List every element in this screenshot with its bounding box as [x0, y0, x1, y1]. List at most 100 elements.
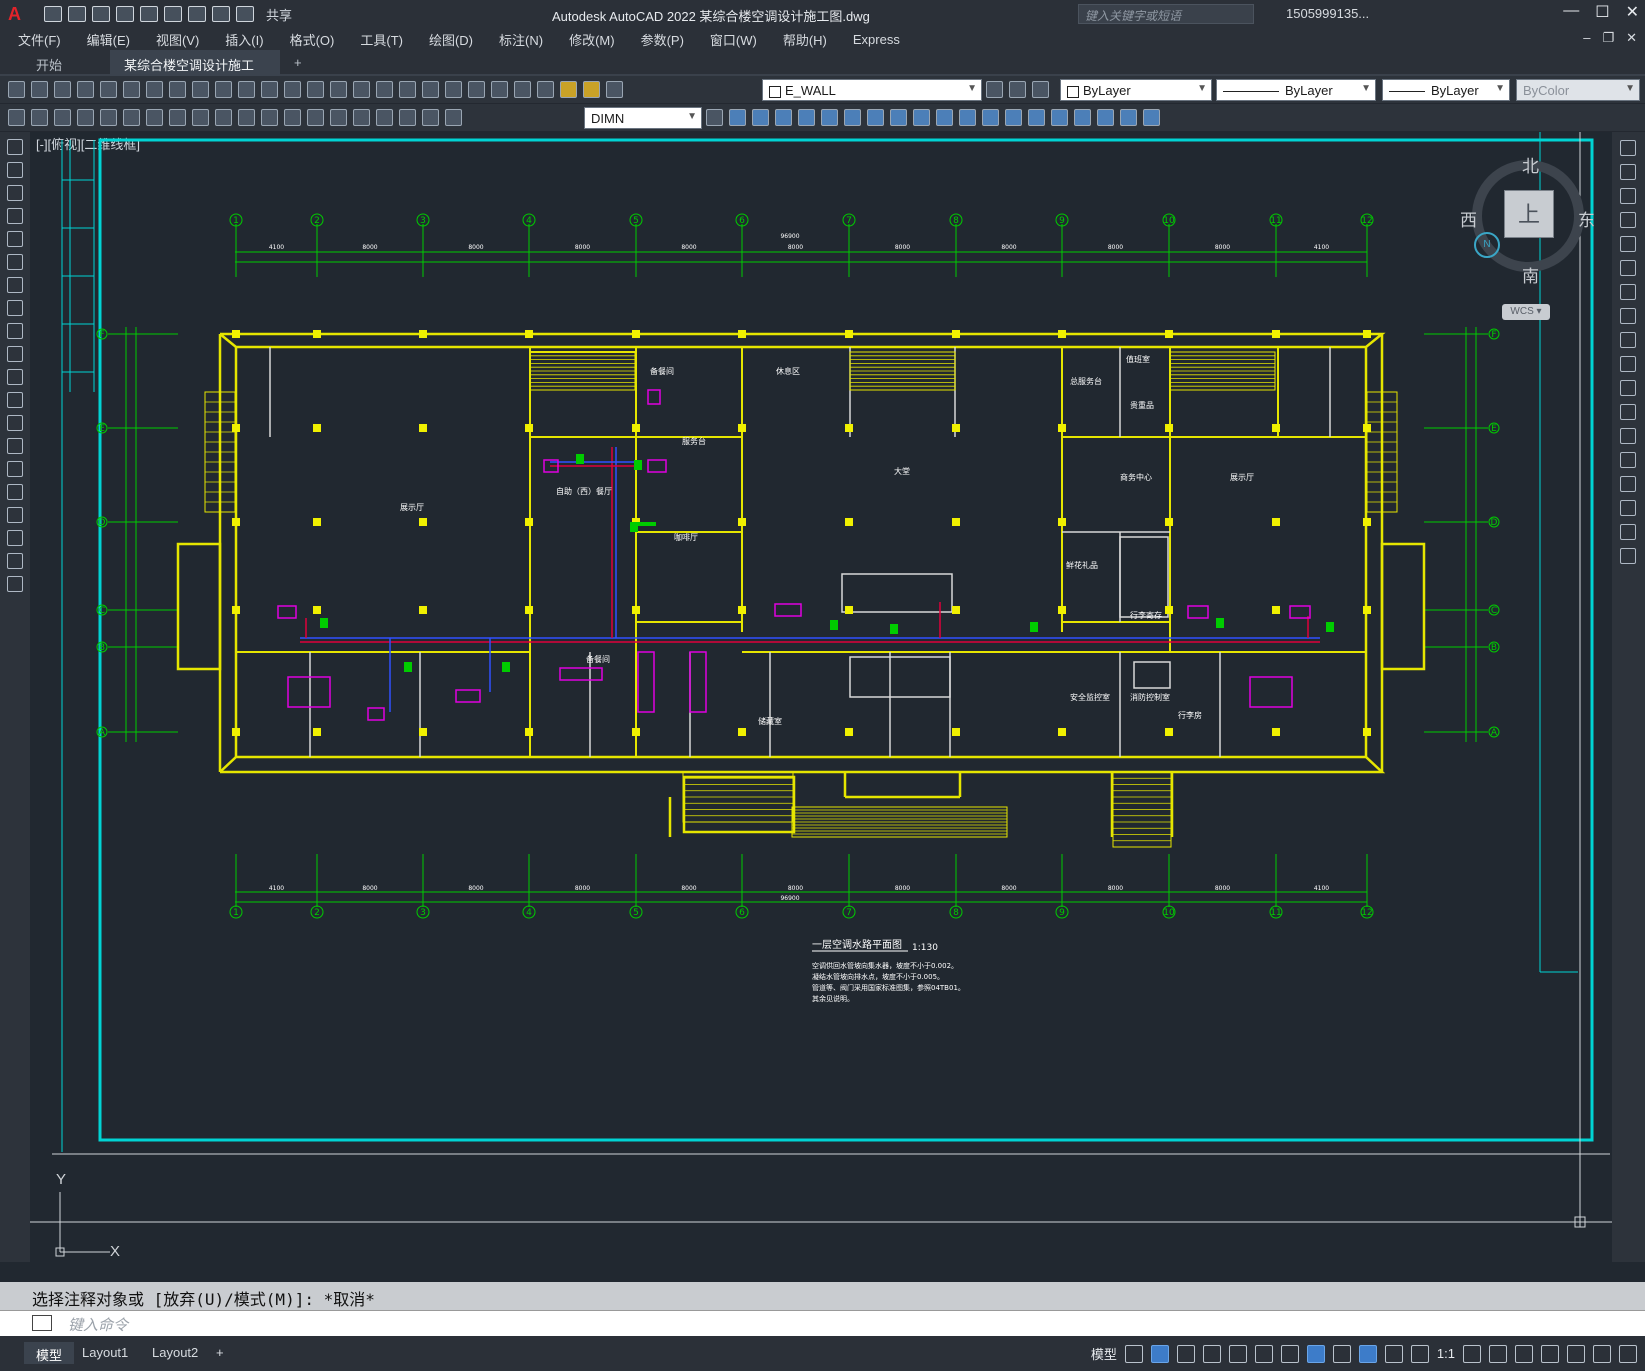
- mirror-palette-icon[interactable]: [1620, 188, 1636, 204]
- polyline-icon[interactable]: [7, 185, 23, 201]
- zoom-window-icon[interactable]: [330, 81, 347, 98]
- tool-palettes-icon[interactable]: [422, 81, 439, 98]
- menu-express[interactable]: Express: [853, 32, 900, 47]
- zoom-previous-icon[interactable]: [353, 81, 370, 98]
- trim-palette-icon[interactable]: [1620, 356, 1636, 372]
- markup-icon[interactable]: [468, 81, 485, 98]
- tab-drawing[interactable]: 某综合楼空调设计施工图* ✕: [110, 50, 280, 92]
- drawing-canvas[interactable]: [-][俯视][二维线框] Y X 展示厅 自助（西）餐厅 咖啡厅 服务台 备餐…: [30, 132, 1612, 1282]
- open-file-icon[interactable]: [68, 6, 86, 22]
- copy-object-icon[interactable]: [752, 109, 769, 126]
- break-palette-icon[interactable]: [1620, 428, 1636, 444]
- dim-ordinate-icon[interactable]: [77, 109, 94, 126]
- designcenter-icon[interactable]: [399, 81, 416, 98]
- sheetset-icon[interactable]: [445, 81, 462, 98]
- model-space-toggle[interactable]: 模型: [1091, 1344, 1117, 1363]
- dim-break-icon[interactable]: [284, 109, 301, 126]
- new-file-icon[interactable]: [44, 6, 62, 22]
- tab-model[interactable]: 模型: [24, 1342, 75, 1364]
- chamfer-palette-icon[interactable]: [1620, 476, 1636, 492]
- join-palette-icon[interactable]: [1620, 452, 1636, 468]
- join-icon[interactable]: [1005, 109, 1022, 126]
- doc-minimize-icon[interactable]: –: [1583, 30, 1590, 46]
- line-icon[interactable]: [7, 139, 23, 155]
- dim-text-edit-icon[interactable]: [422, 109, 439, 126]
- layer-previous-icon[interactable]: [1009, 81, 1026, 98]
- make-block-icon[interactable]: [7, 415, 23, 431]
- menu-insert[interactable]: 插入(I): [225, 30, 263, 49]
- rotate-palette-icon[interactable]: [1620, 284, 1636, 300]
- erase-icon[interactable]: [729, 109, 746, 126]
- annotation-monitor-icon[interactable]: [1489, 1344, 1507, 1363]
- zoom-realtime-icon[interactable]: [307, 81, 324, 98]
- menu-parametric[interactable]: 参数(P): [641, 30, 684, 49]
- tolerance-icon[interactable]: [307, 109, 324, 126]
- insert-block-icon[interactable]: [7, 392, 23, 408]
- open-icon[interactable]: [31, 81, 48, 98]
- workspace-gear-icon[interactable]: [1463, 1344, 1481, 1363]
- dim-angular-icon[interactable]: [169, 109, 186, 126]
- dim-jogged-icon[interactable]: [123, 109, 140, 126]
- properties-icon[interactable]: [376, 81, 393, 98]
- region-icon[interactable]: [7, 507, 23, 523]
- blend-icon[interactable]: [1620, 524, 1636, 540]
- fillet-icon[interactable]: [1051, 109, 1068, 126]
- minimize-icon[interactable]: —: [1563, 2, 1579, 22]
- menu-modify[interactable]: 修改(M): [569, 30, 615, 49]
- array-icon[interactable]: [821, 109, 838, 126]
- command-prompt-icon[interactable]: [32, 1315, 52, 1331]
- explode-palette-icon[interactable]: [1620, 548, 1636, 564]
- color-combo[interactable]: ByLayer ▼: [1060, 79, 1212, 101]
- isodraft-icon[interactable]: [1254, 1344, 1273, 1363]
- layer-state-icon[interactable]: [1032, 81, 1049, 98]
- menu-view[interactable]: 视图(V): [156, 30, 199, 49]
- quick-dim-icon[interactable]: [192, 109, 209, 126]
- units-icon[interactable]: [1515, 1344, 1533, 1363]
- dim-diameter-icon[interactable]: [146, 109, 163, 126]
- fillet-palette-icon[interactable]: [1620, 500, 1636, 516]
- plot-icon[interactable]: [188, 6, 206, 22]
- dim-update-icon[interactable]: [445, 109, 462, 126]
- gradient-icon[interactable]: [7, 484, 23, 500]
- save-as-icon[interactable]: [116, 6, 134, 22]
- viewcube[interactable]: 上 北 南 东 西 N WCS ▾: [1460, 152, 1595, 322]
- layer-freeze-icon[interactable]: [583, 81, 600, 98]
- draworder-icon[interactable]: [1097, 109, 1114, 126]
- maximize-icon[interactable]: ☐: [1595, 2, 1609, 22]
- copy-icon[interactable]: [169, 81, 186, 98]
- help-icon[interactable]: [514, 81, 531, 98]
- scale-readout[interactable]: 1:1: [1437, 1346, 1455, 1361]
- spline-icon[interactable]: [7, 323, 23, 339]
- layer-lock-icon[interactable]: [606, 81, 623, 98]
- dim-radius-icon[interactable]: [100, 109, 117, 126]
- fullscreen-icon[interactable]: [1593, 1344, 1611, 1363]
- preview-icon[interactable]: [100, 81, 117, 98]
- app-logo-icon[interactable]: A: [8, 4, 30, 24]
- trim-icon[interactable]: [936, 109, 953, 126]
- search-input[interactable]: 键入关键字或短语: [1078, 4, 1254, 24]
- dim-linear-icon[interactable]: [8, 109, 25, 126]
- array-palette-icon[interactable]: [1620, 236, 1636, 252]
- inspection-icon[interactable]: [353, 109, 370, 126]
- scale-icon[interactable]: [890, 109, 907, 126]
- grid-icon[interactable]: [1124, 1344, 1143, 1363]
- isolate-icon[interactable]: [1567, 1344, 1585, 1363]
- layer-on-icon[interactable]: [560, 81, 577, 98]
- osnap-icon[interactable]: [1306, 1344, 1325, 1363]
- infer-icon[interactable]: [1176, 1344, 1195, 1363]
- matchprop-icon[interactable]: [215, 81, 232, 98]
- dim-space-icon[interactable]: [261, 109, 278, 126]
- redo-toolbar-icon[interactable]: [261, 81, 278, 98]
- break-point-icon[interactable]: [1620, 404, 1636, 420]
- stretch-palette-icon[interactable]: [1620, 332, 1636, 348]
- dim-continue-icon[interactable]: [238, 109, 255, 126]
- table-icon[interactable]: [7, 530, 23, 546]
- tab-layout1[interactable]: Layout1: [70, 1342, 140, 1364]
- menu-draw[interactable]: 绘图(D): [429, 30, 473, 49]
- extend-icon[interactable]: [959, 109, 976, 126]
- bring-front-icon[interactable]: [1120, 109, 1137, 126]
- scale-palette-icon[interactable]: [1620, 308, 1636, 324]
- point-icon[interactable]: [7, 438, 23, 454]
- calculator-icon[interactable]: [491, 81, 508, 98]
- menu-tools[interactable]: 工具(T): [360, 30, 403, 49]
